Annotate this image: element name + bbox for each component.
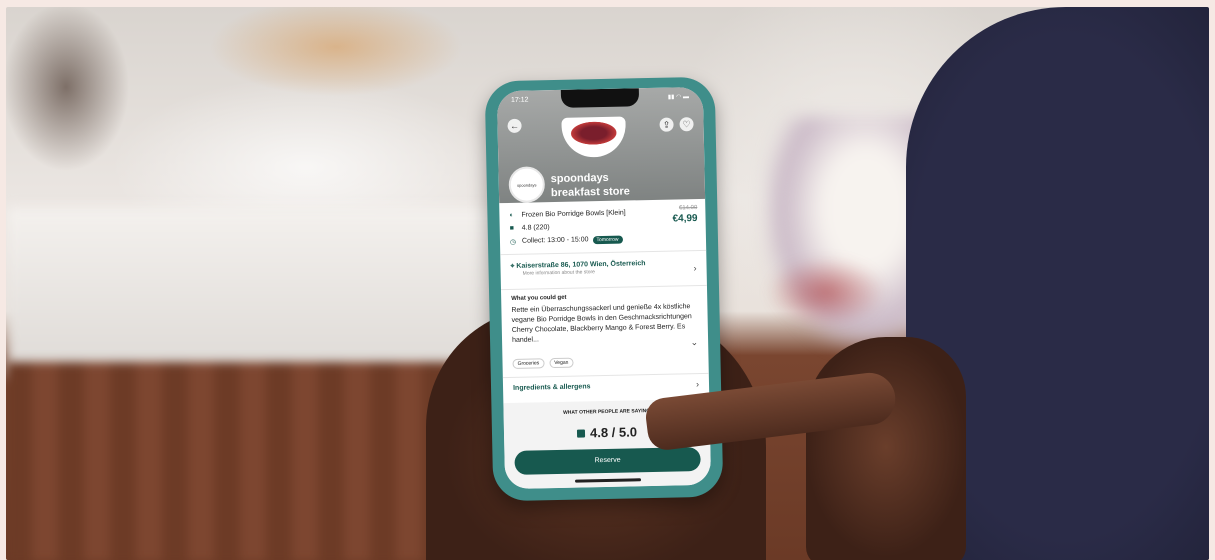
reserve-button[interactable]: Reserve <box>514 447 701 475</box>
store-name: spoondays breakfast store <box>550 171 630 200</box>
heart-icon[interactable]: ♡ <box>679 117 694 132</box>
chevron-right-icon[interactable]: › <box>693 263 696 273</box>
address-row[interactable]: ⌖ Kaiserstraße 86, 1070 Wien, Österreich… <box>510 259 698 277</box>
bag-icon: ◐ <box>509 211 514 219</box>
clock-icon: ◷ <box>509 238 517 246</box>
tag-vegan: Vegan <box>549 357 574 369</box>
ingredients-link[interactable]: Ingredients & allergens <box>513 383 591 392</box>
chevron-right-icon[interactable]: › <box>696 379 699 389</box>
tomorrow-badge: Tomorrow <box>592 235 623 244</box>
star-icon: ■ <box>509 224 515 232</box>
description: What you could get Rette ein Überraschun… <box>511 292 696 346</box>
description-text: Rette ein Überraschungssackerl und genie… <box>511 303 692 344</box>
price: €4,99 <box>672 213 698 225</box>
description-heading: What you could get <box>511 294 567 302</box>
blurred-berries <box>766 257 886 327</box>
blurred-counter <box>6 207 526 377</box>
reviews-score-text: 4.8 / 5.0 <box>589 424 638 441</box>
rating-square-icon <box>576 429 586 438</box>
photo: 17:12 ▮▮ ◠ ▬ ← ⇪ ♡ spoondays spoondays b… <box>6 7 1209 560</box>
product-rating: 4.8 (220) <box>521 224 550 232</box>
right-hand <box>806 337 966 560</box>
share-icon[interactable]: ⇪ <box>659 117 674 132</box>
chevron-down-icon[interactable]: ⌄ <box>690 337 698 348</box>
product-name: Frozen Bio Porridge Bowls [Klein] <box>521 209 626 219</box>
divider <box>500 249 707 256</box>
porridge-bowl-image <box>561 116 627 158</box>
address-text: Kaiserstraße 86, 1070 Wien, Österreich <box>516 260 646 270</box>
product-info: ◐ Frozen Bio Porridge Bowls [Klein] ■ 4.… <box>509 205 698 248</box>
tag-list: Groceries Vegan <box>512 357 574 369</box>
tag-groceries: Groceries <box>512 358 545 369</box>
collect-time: Collect: 13:00 - 15:00 <box>521 236 589 245</box>
original-price: €14.00 <box>678 205 698 212</box>
status-time: 17:12 <box>510 96 529 104</box>
store-logo: spoondays <box>508 166 546 203</box>
signal-wifi-battery-icon: ▮▮ ◠ ▬ <box>667 94 690 101</box>
divider <box>500 284 707 291</box>
divider <box>502 372 709 379</box>
phone-notch <box>560 88 640 108</box>
back-arrow-icon[interactable]: ← <box>507 118 522 133</box>
